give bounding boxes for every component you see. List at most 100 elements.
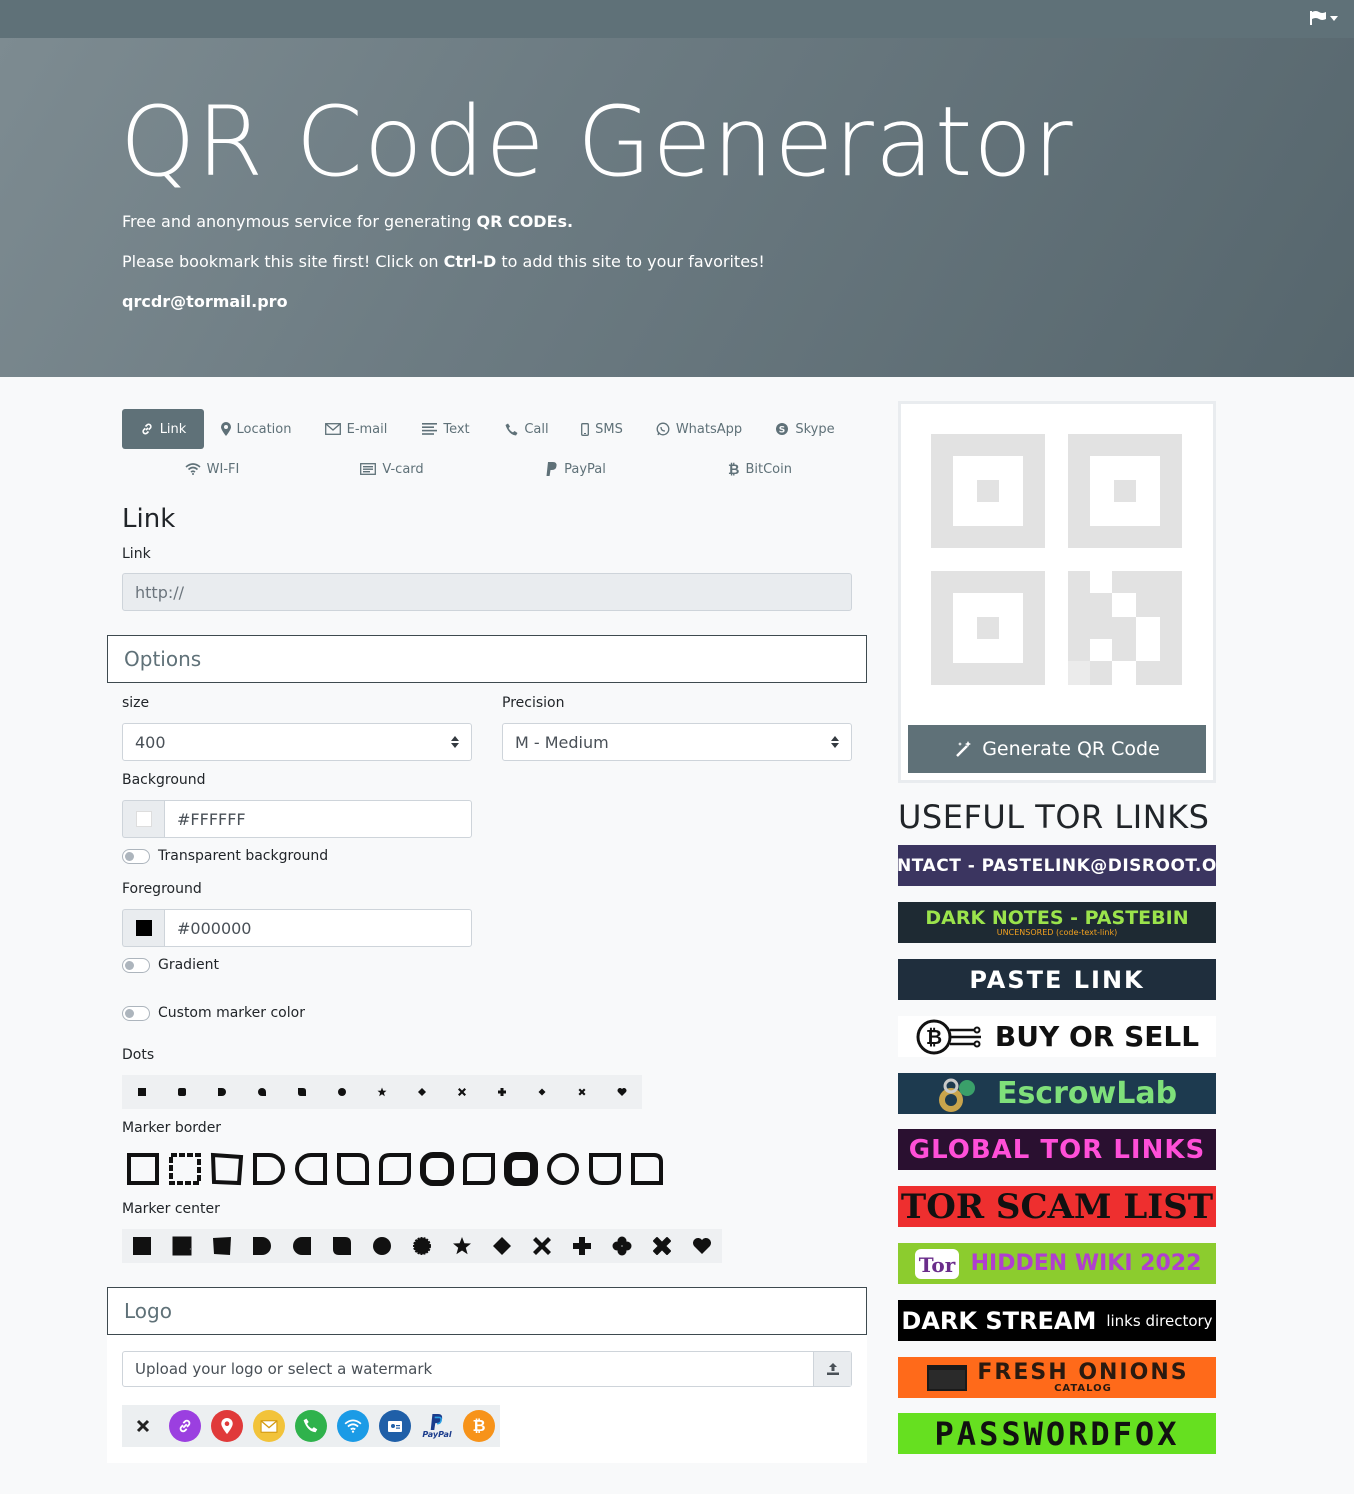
tab-skype[interactable]: S Skype [768, 409, 842, 449]
banner-paste-link-text: PASTE LINK [969, 965, 1145, 994]
center-skewed-option[interactable] [202, 1229, 242, 1263]
foreground-color-input[interactable]: #000000 [164, 909, 472, 947]
foreground-color-picker[interactable] [122, 909, 164, 947]
border-dashed-square-option[interactable] [164, 1148, 206, 1190]
border-rounded-thick-option[interactable] [416, 1148, 458, 1190]
toggle-switch[interactable] [122, 1005, 150, 1021]
banner-hidden-wiki[interactable]: Tor HIDDEN WIKI 2022 [898, 1243, 1216, 1284]
watermark-wifi-option[interactable] [332, 1405, 374, 1447]
banner-escrowlab[interactable]: EscrowLab [898, 1073, 1216, 1114]
watermark-link-option[interactable] [164, 1405, 206, 1447]
banner-paste-link[interactable]: PASTE LINK [898, 959, 1216, 1000]
dot-heart-option[interactable] [602, 1075, 642, 1109]
center-jagged-square-option[interactable] [162, 1229, 202, 1263]
generate-qr-button[interactable]: Generate QR Code [908, 725, 1206, 773]
size-select[interactable]: 400 [122, 723, 472, 761]
watermark-email-option[interactable] [248, 1405, 290, 1447]
banner-contact-pastelink[interactable]: CONTACT - PASTELINK@DISROOT.ORG [898, 845, 1216, 886]
options-title: Options [124, 647, 202, 671]
center-circle-option[interactable] [362, 1229, 402, 1263]
border-rounded-right-option[interactable] [248, 1148, 290, 1190]
banner-global-tor-links[interactable]: GLOBAL TOR LINKS [898, 1129, 1216, 1170]
background-color-input[interactable]: #FFFFFF [164, 800, 472, 838]
border-corner-rounded-option[interactable] [626, 1148, 668, 1190]
tab-call[interactable]: Call [496, 409, 558, 449]
background-color-picker[interactable] [122, 800, 164, 838]
center-clover-option[interactable] [602, 1229, 642, 1263]
tab-wifi[interactable]: WI-FI [122, 449, 302, 489]
dot-petal-option[interactable] [282, 1075, 322, 1109]
options-header[interactable]: Options [107, 635, 867, 683]
dot-small-diamond-option[interactable] [522, 1075, 562, 1109]
tab-bitcoin[interactable]: ₿ BitCoin [670, 449, 850, 489]
dot-plus-option[interactable] [482, 1075, 522, 1109]
tab-vcard[interactable]: V-card [302, 449, 482, 489]
tab-link[interactable]: Link [122, 409, 204, 449]
center-leaf-option[interactable] [322, 1229, 362, 1263]
logo-upload-input[interactable]: Upload your logo or select a watermark [122, 1351, 852, 1387]
center-heart-option[interactable] [682, 1229, 722, 1263]
border-heavy-rounded-option[interactable] [500, 1148, 542, 1190]
center-star-option[interactable] [442, 1229, 482, 1263]
banner-dark-stream[interactable]: DARK STREAM links directory [898, 1300, 1216, 1341]
tab-text[interactable]: Text [412, 409, 480, 449]
border-circle-option[interactable] [542, 1148, 584, 1190]
tab-email[interactable]: E-mail [316, 409, 396, 449]
upload-button[interactable] [813, 1352, 851, 1386]
tab-whatsapp[interactable]: WhatsApp [646, 409, 752, 449]
center-plus-option[interactable] [562, 1229, 602, 1263]
wifi-icon [337, 1410, 369, 1442]
banner-buy-or-sell[interactable]: ₿ BUY OR SELL [898, 1016, 1216, 1057]
border-leaf-option[interactable] [332, 1148, 374, 1190]
center-rounded-right-option[interactable] [242, 1229, 282, 1263]
border-square-option[interactable] [122, 1148, 164, 1190]
watermark-location-option[interactable] [206, 1405, 248, 1447]
dot-leaf-option[interactable] [202, 1075, 242, 1109]
center-x-option[interactable] [522, 1229, 562, 1263]
logo-header[interactable]: Logo [107, 1287, 867, 1335]
transparent-background-toggle[interactable]: Transparent background [122, 848, 328, 864]
toggle-switch[interactable] [122, 957, 150, 973]
banner-tor-scam-list[interactable]: TOR SCAM LIST [898, 1186, 1216, 1227]
watermark-whatsapp-option[interactable] [290, 1405, 332, 1447]
tab-paypal[interactable]: PayPal [486, 449, 666, 489]
center-starburst-option[interactable] [402, 1229, 442, 1263]
toggle-switch[interactable] [122, 848, 150, 864]
banner-dark-notes[interactable]: DARK NOTES - PASTEBIN UNCENSORED (code-t… [898, 902, 1216, 943]
link-icon [169, 1410, 201, 1442]
border-rounded-left-option[interactable] [290, 1148, 332, 1190]
watermark-bitcoin-option[interactable]: ₿ [458, 1405, 500, 1447]
watermark-none-option[interactable] [122, 1405, 164, 1447]
dot-circle-option[interactable] [322, 1075, 362, 1109]
watermark-vcard-option[interactable] [374, 1405, 416, 1447]
center-diamond-option[interactable] [482, 1229, 522, 1263]
dot-small-x-option[interactable] [562, 1075, 602, 1109]
language-dropdown[interactable] [1310, 11, 1338, 25]
link-input[interactable]: http:// [122, 573, 852, 611]
custom-marker-color-toggle[interactable]: Custom marker color [122, 1005, 305, 1021]
border-rounded-option[interactable] [458, 1148, 500, 1190]
center-rounded-x-option[interactable] [642, 1229, 682, 1263]
dot-star-option[interactable] [362, 1075, 402, 1109]
dot-diamond-option[interactable] [402, 1075, 442, 1109]
whatsapp-icon [295, 1410, 327, 1442]
border-skewed-square-option[interactable] [206, 1148, 248, 1190]
banner-passwordfox[interactable]: PASSWORDFOX [898, 1413, 1216, 1454]
center-square-option[interactable] [122, 1229, 162, 1263]
transparent-background-label: Transparent background [158, 848, 329, 864]
vcard-icon [360, 463, 377, 475]
tab-sms[interactable]: SMS [572, 409, 632, 449]
dot-rounded-square-option[interactable] [162, 1075, 202, 1109]
border-leaf-alt-option[interactable] [374, 1148, 416, 1190]
bitcoin-icon: ₿ [728, 461, 740, 478]
tab-location[interactable]: Location [212, 409, 300, 449]
precision-select[interactable]: M - Medium [502, 723, 852, 761]
dot-x-option[interactable] [442, 1075, 482, 1109]
gradient-toggle[interactable]: Gradient [122, 957, 219, 973]
dot-square-option[interactable] [122, 1075, 162, 1109]
border-bottom-rounded-option[interactable] [584, 1148, 626, 1190]
banner-fresh-onions[interactable]: FRESH ONIONS CATALOG [898, 1357, 1216, 1398]
dot-drop-option[interactable] [242, 1075, 282, 1109]
watermark-paypal-option[interactable]: PayPal [416, 1405, 458, 1447]
center-rounded-left-option[interactable] [282, 1229, 322, 1263]
